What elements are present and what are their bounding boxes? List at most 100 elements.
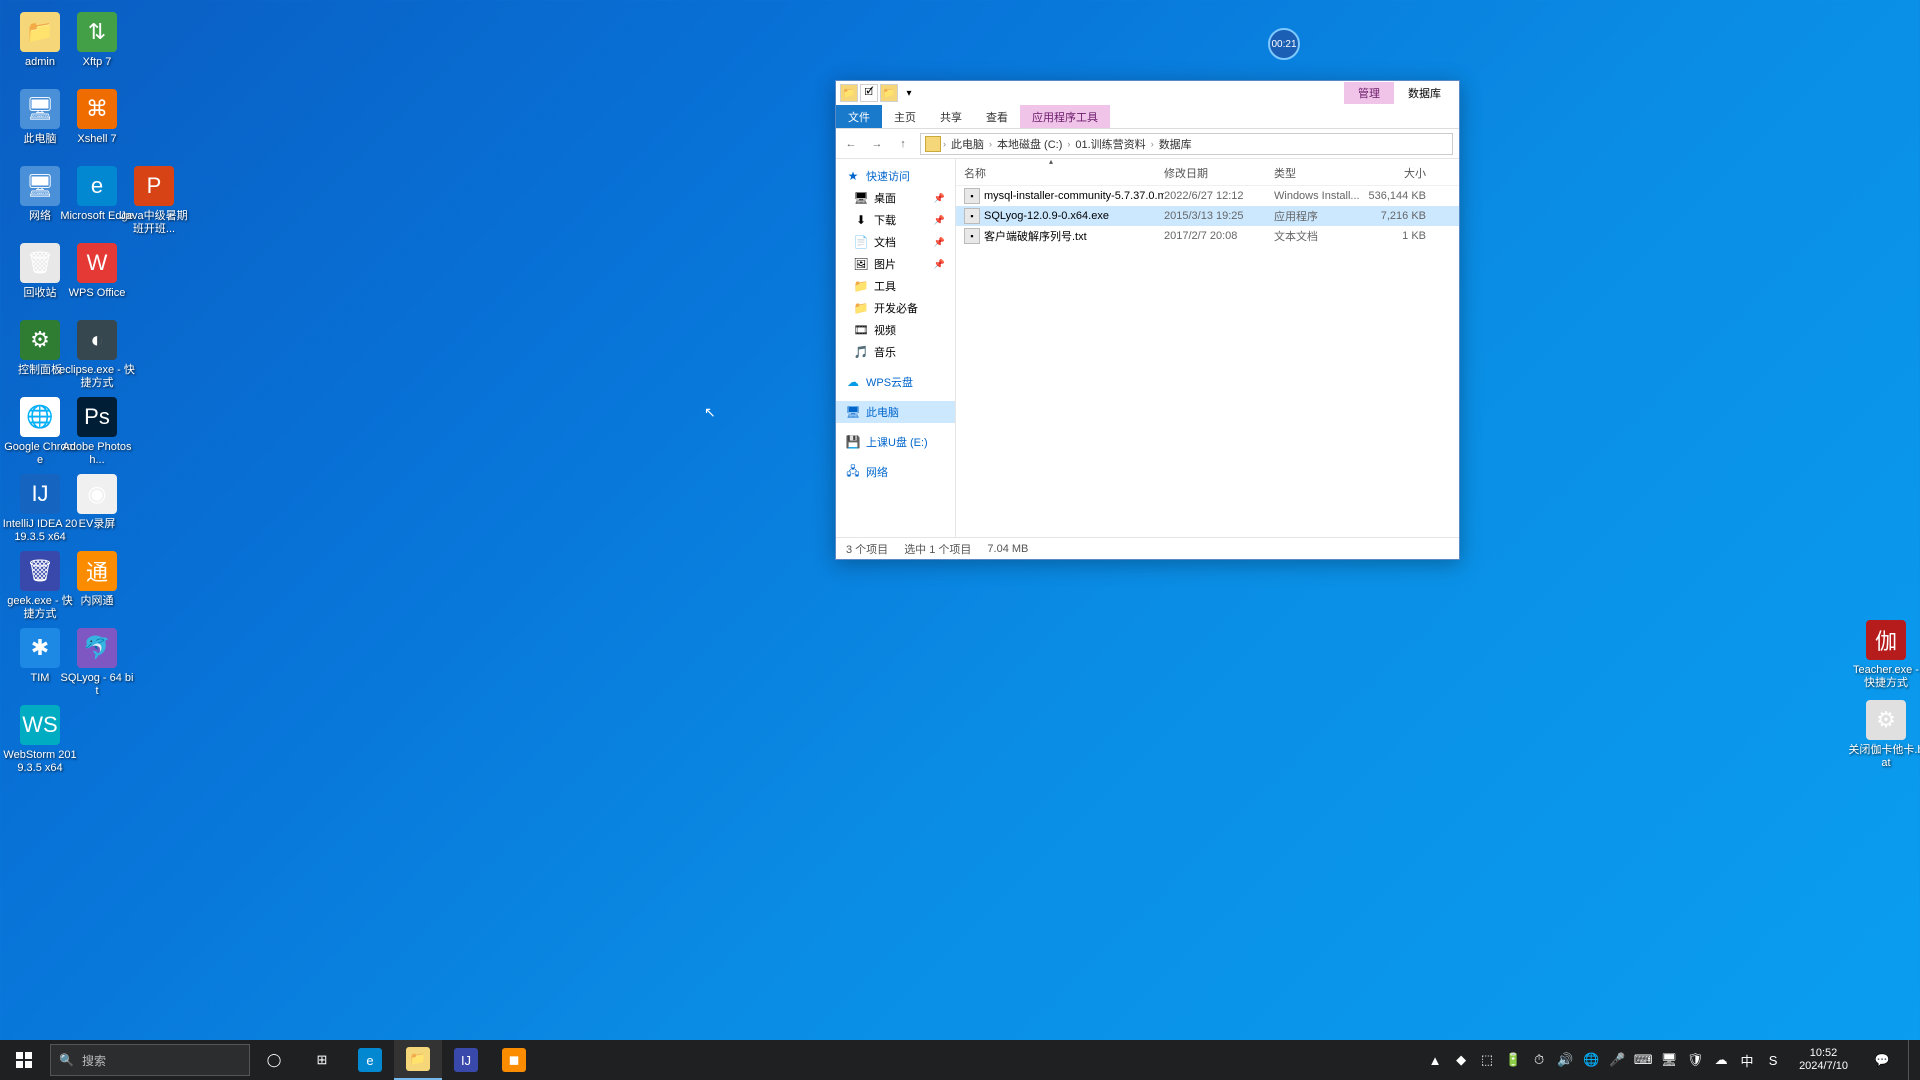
tray-icon[interactable]: 🔋 — [1505, 1052, 1521, 1068]
search-icon: 🔍 — [59, 1053, 74, 1067]
desktop-icon-sqlyog[interactable]: 🐬SQLyog - 64 bit — [59, 628, 135, 698]
file-row[interactable]: ▪mysql-installer-community-5.7.37.0.msi2… — [956, 186, 1459, 206]
taskbar-app-taskview[interactable]: ⊞ — [298, 1040, 346, 1080]
ribbon-tabs: 文件 主页 共享 查看 应用程序工具 — [836, 105, 1459, 129]
desktop-icon-teacher[interactable]: 伽Teacher.exe - 快捷方式 — [1848, 620, 1920, 690]
icon-label: admin — [25, 56, 55, 69]
app-icon: 🖥 — [20, 89, 60, 129]
properties-icon[interactable]: 🗹 — [860, 84, 878, 102]
nav-item[interactable]: 🖼图片📌 — [836, 253, 955, 275]
file-explorer-window[interactable]: 📁 🗹 📁 ▾ 管理 数据库 文件 主页 共享 查看 应用程序工具 ← → ↑ … — [835, 80, 1460, 560]
context-tab-manage[interactable]: 管理 — [1344, 82, 1394, 104]
titlebar[interactable]: 📁 🗹 📁 ▾ 管理 数据库 — [836, 81, 1459, 105]
tray-icon[interactable]: ☁ — [1713, 1052, 1729, 1068]
ribbon-tab-view[interactable]: 查看 — [974, 105, 1020, 128]
nav-network[interactable]: 🖧网络 — [836, 461, 955, 483]
chevron-right-icon[interactable]: › — [1151, 139, 1154, 149]
tray-icon[interactable]: 🖥 — [1661, 1052, 1677, 1068]
tray-icon[interactable]: 🔊 — [1557, 1052, 1573, 1068]
file-date: 2017/2/7 20:08 — [1164, 230, 1274, 242]
icon-label: 回收站 — [24, 287, 57, 300]
desktop-icon-neiwang[interactable]: 通内网通 — [59, 551, 135, 608]
app-icon: 🌐 — [20, 397, 60, 437]
col-type[interactable]: 类型 — [1274, 165, 1366, 181]
nav-back-button[interactable]: ← — [842, 135, 860, 153]
nav-pane[interactable]: ★快速访问 🖥桌面📌⬇下载📌📄文档📌🖼图片📌 📁工具📁开发必备🎞视频🎵音乐 ☁W… — [836, 159, 956, 537]
breadcrumb[interactable]: › 此电脑 › 本地磁盘 (C:) › 01.训练营资料 › 数据库 — [920, 133, 1453, 155]
col-size[interactable]: 大小 — [1366, 165, 1426, 181]
taskbar-app-cortana[interactable]: ◯ — [250, 1040, 298, 1080]
tray-icon[interactable]: 🎤 — [1609, 1052, 1625, 1068]
crumb-this-pc[interactable]: 此电脑 — [948, 136, 987, 152]
chevron-right-icon[interactable]: › — [1067, 139, 1070, 149]
ribbon-tab-apptools[interactable]: 应用程序工具 — [1020, 105, 1110, 128]
taskbar-app-edge[interactable]: e — [346, 1040, 394, 1080]
start-button[interactable] — [0, 1040, 48, 1080]
tray-icon[interactable]: 🌐 — [1583, 1052, 1599, 1068]
nav-item[interactable]: 🎵音乐 — [836, 341, 955, 363]
file-size: 7,216 KB — [1366, 210, 1426, 222]
file-row[interactable]: ▪SQLyog-12.0.9-0.x64.exe2015/3/13 19:25应… — [956, 206, 1459, 226]
chevron-right-icon[interactable]: › — [943, 139, 946, 149]
search-input[interactable]: 🔍 搜索 — [50, 1044, 250, 1076]
nav-wps-cloud[interactable]: ☁WPS云盘 — [836, 371, 955, 393]
desktop-icon-java[interactable]: P Java中级暑期班开班... — [116, 166, 192, 236]
nav-quick-access[interactable]: ★快速访问 — [836, 165, 955, 187]
desktop-icon-eclipse[interactable]: ◐eclipse.exe - 快捷方式 — [59, 320, 135, 390]
desktop-icon-close-card[interactable]: ⚙关闭伽卡他卡.bat — [1848, 700, 1920, 770]
presentation-icon: P — [134, 166, 174, 206]
desktop-icon-xshell[interactable]: ⌘Xshell 7 — [59, 89, 135, 146]
taskbar-app-explorer[interactable]: 📁 — [394, 1040, 442, 1080]
crumb-folder-2[interactable]: 数据库 — [1156, 136, 1195, 152]
tray-icon[interactable]: ▲ — [1427, 1052, 1443, 1068]
windows-logo-icon — [16, 1052, 32, 1068]
file-date: 2022/6/27 12:12 — [1164, 190, 1274, 202]
ribbon-tab-share[interactable]: 共享 — [928, 105, 974, 128]
ribbon-tab-file[interactable]: 文件 — [836, 105, 882, 128]
system-tray[interactable]: ▲ ◆ ⬚ 🔋 ⏱ 🔊 🌐 🎤 ⌨ 🖥 🛡 ☁ 中S 10:52 2024/7/10 💬 — [1421, 1040, 1920, 1080]
nav-item[interactable]: 📁开发必备 — [836, 297, 955, 319]
nav-item[interactable]: 🎞视频 — [836, 319, 955, 341]
crumb-drive-c[interactable]: 本地磁盘 (C:) — [994, 136, 1065, 152]
nav-item[interactable]: 🖥桌面📌 — [836, 187, 955, 209]
column-headers[interactable]: ▴ 名称 修改日期 类型 大小 — [956, 159, 1459, 186]
nav-item[interactable]: 📄文档📌 — [836, 231, 955, 253]
nav-up-button[interactable]: ↑ — [894, 135, 912, 153]
tray-icon[interactable]: ◆ — [1453, 1052, 1469, 1068]
ribbon-tab-home[interactable]: 主页 — [882, 105, 928, 128]
tray-icon[interactable]: ⬚ — [1479, 1052, 1495, 1068]
desktop-icon-webstorm[interactable]: WSWebStorm 2019.3.5 x64 — [2, 705, 78, 775]
taskbar-app-intellij[interactable]: IJ — [442, 1040, 490, 1080]
tray-icon[interactable]: ⌨ — [1635, 1052, 1651, 1068]
chevron-right-icon[interactable]: › — [989, 139, 992, 149]
notifications-button[interactable]: 💬 — [1866, 1053, 1898, 1067]
app-icon: 🗑 — [20, 551, 60, 591]
nav-item-icon: 📁 — [854, 279, 868, 293]
dropdown-icon[interactable]: ▾ — [900, 84, 918, 102]
nav-forward-button[interactable]: → — [868, 135, 886, 153]
tray-icon[interactable]: ⏱ — [1531, 1052, 1547, 1068]
file-list[interactable]: ▴ 名称 修改日期 类型 大小 ▪mysql-installer-communi… — [956, 159, 1459, 537]
nav-this-pc[interactable]: 🖥此电脑 — [836, 401, 955, 423]
app-icon: ◐ — [77, 320, 117, 360]
nav-item[interactable]: 📁工具 — [836, 275, 955, 297]
show-desktop-button[interactable] — [1908, 1040, 1914, 1080]
taskbar[interactable]: 🔍 搜索 ◯⊞e📁IJ◼ ▲ ◆ ⬚ 🔋 ⏱ 🔊 🌐 🎤 ⌨ 🖥 🛡 ☁ 中S 10:52 2024/7… — [0, 1040, 1920, 1080]
crumb-folder-1[interactable]: 01.训练营资料 — [1072, 136, 1148, 152]
desktop-icon-ps[interactable]: PsAdobe Photosh... — [59, 397, 135, 467]
nav-item[interactable]: ⬇下载📌 — [836, 209, 955, 231]
desktop-icon-xftp[interactable]: ⇅Xftp 7 — [59, 12, 135, 69]
col-date[interactable]: 修改日期 — [1164, 165, 1274, 181]
file-row[interactable]: ▪客户端破解序列号.txt2017/2/7 20:08文本文档1 KB — [956, 226, 1459, 246]
status-item-count: 3 个项目 — [846, 541, 888, 557]
desktop-icon-ev[interactable]: ◉EV录屏 — [59, 474, 135, 531]
taskbar-clock[interactable]: 10:52 2024/7/10 — [1791, 1047, 1856, 1073]
tray-icon[interactable]: S — [1765, 1052, 1781, 1068]
taskbar-app-app-orange[interactable]: ◼ — [490, 1040, 538, 1080]
col-name[interactable]: 名称 — [964, 165, 1164, 181]
desktop-icon-wps[interactable]: WWPS Office — [59, 243, 135, 300]
tray-icon[interactable]: 🛡 — [1687, 1052, 1703, 1068]
icon-label: Java中级暑期班开班... — [116, 210, 192, 236]
nav-usb-drive[interactable]: 💾上课U盘 (E:) — [836, 431, 955, 453]
tray-icon[interactable]: 中 — [1739, 1052, 1755, 1068]
